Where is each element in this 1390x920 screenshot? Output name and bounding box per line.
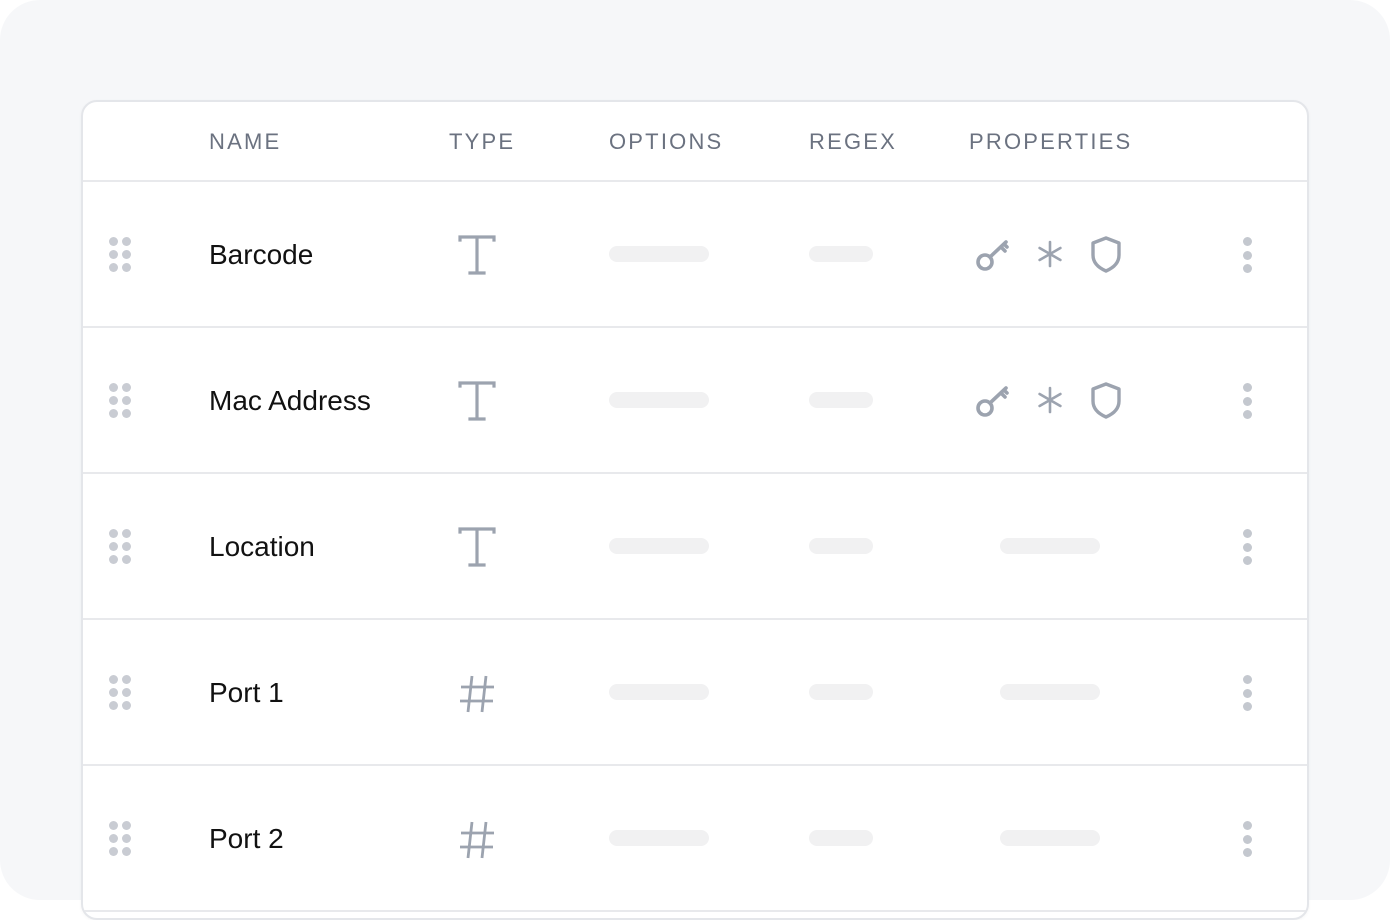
column-header-name[interactable]: NAME xyxy=(209,129,281,155)
drag-handle-icon[interactable] xyxy=(109,383,133,419)
table-row[interactable]: Barcode xyxy=(83,182,1307,328)
column-header-properties[interactable]: PROPERTIES xyxy=(969,129,1132,155)
field-name: Location xyxy=(209,531,315,562)
page-background: NAME TYPE OPTIONS REGEX PROPERTIES Barco… xyxy=(0,0,1390,920)
options-placeholder xyxy=(609,684,709,700)
regex-placeholder xyxy=(809,538,873,554)
asterisk-icon xyxy=(1038,386,1062,414)
regex-placeholder xyxy=(809,684,873,700)
table-header: NAME TYPE OPTIONS REGEX PROPERTIES xyxy=(83,102,1307,182)
table-row[interactable]: Port 1 xyxy=(83,620,1307,766)
shield-icon xyxy=(1091,382,1121,419)
options-placeholder xyxy=(609,538,709,554)
field-name: Mac Address xyxy=(209,385,371,416)
text-type-icon xyxy=(458,527,496,567)
options-placeholder xyxy=(609,392,709,408)
text-type-icon xyxy=(458,381,496,421)
row-menu-button[interactable] xyxy=(1238,821,1256,857)
number-type-icon xyxy=(460,675,494,713)
field-name: Barcode xyxy=(209,239,314,270)
options-placeholder xyxy=(609,246,709,262)
properties-placeholder xyxy=(1000,830,1100,846)
column-header-regex[interactable]: REGEX xyxy=(809,129,897,155)
asterisk-icon xyxy=(1038,240,1062,268)
regex-placeholder xyxy=(809,830,873,846)
properties-placeholder xyxy=(1000,538,1100,554)
drag-handle-icon[interactable] xyxy=(109,675,133,711)
field-name: Port 1 xyxy=(209,677,284,708)
key-icon xyxy=(976,386,1009,417)
row-menu-button[interactable] xyxy=(1238,529,1256,565)
options-placeholder xyxy=(609,830,709,846)
table-row[interactable]: Location xyxy=(83,474,1307,620)
drag-handle-icon[interactable] xyxy=(109,529,133,565)
drag-handle-icon[interactable] xyxy=(109,237,133,273)
column-header-options[interactable]: OPTIONS xyxy=(609,129,723,155)
fields-table: NAME TYPE OPTIONS REGEX PROPERTIES Barco… xyxy=(81,100,1309,920)
field-name: Port 2 xyxy=(209,823,284,854)
shield-icon xyxy=(1091,236,1121,273)
number-type-icon xyxy=(460,821,494,859)
table-row[interactable]: Mac Address xyxy=(83,328,1307,474)
row-menu-button[interactable] xyxy=(1238,383,1256,419)
key-icon xyxy=(976,240,1009,271)
table-row[interactable]: Port 2 xyxy=(83,766,1307,912)
row-menu-button[interactable] xyxy=(1238,237,1256,273)
row-menu-button[interactable] xyxy=(1238,675,1256,711)
regex-placeholder xyxy=(809,392,873,408)
properties-placeholder xyxy=(1000,684,1100,700)
drag-handle-icon[interactable] xyxy=(109,821,133,857)
column-header-type[interactable]: TYPE xyxy=(449,129,515,155)
regex-placeholder xyxy=(809,246,873,262)
text-type-icon xyxy=(458,235,496,275)
